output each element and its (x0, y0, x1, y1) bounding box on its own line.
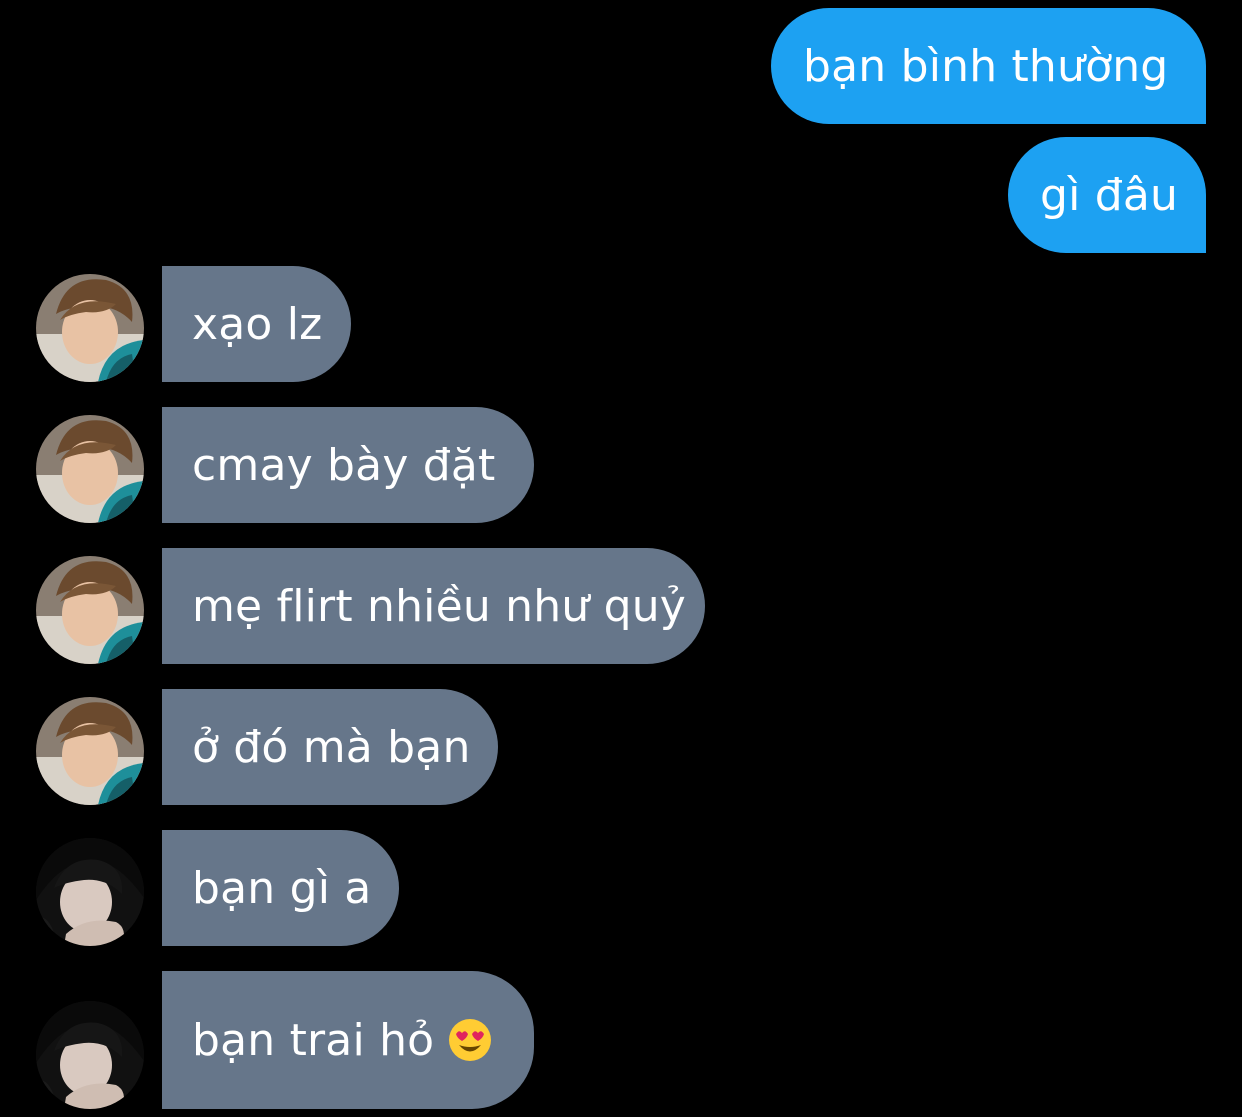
incoming-message-bubble[interactable]: bạn trai hỏ (162, 971, 534, 1109)
outgoing-message-bubble[interactable]: gì đâu (1008, 137, 1206, 253)
message-text: bạn bình thường (803, 40, 1169, 92)
message-text: mẹ flirt nhiều như quỷ (192, 580, 687, 632)
outgoing-message-bubble[interactable]: bạn bình thường (771, 8, 1206, 124)
boy-photo-icon (36, 697, 144, 805)
message-text: cmay bày đặt (192, 439, 496, 491)
message-text: bạn trai hỏ (192, 1014, 435, 1066)
incoming-message-bubble[interactable]: bạn gì a (162, 830, 399, 946)
message-text: bạn gì a (192, 862, 372, 914)
sender-avatar[interactable] (36, 274, 144, 382)
sender-avatar[interactable] (36, 697, 144, 805)
incoming-message-bubble[interactable]: ở đó mà bạn (162, 689, 498, 805)
girl-photo-icon (36, 1001, 144, 1109)
message-text: ở đó mà bạn (192, 721, 471, 773)
sender-avatar[interactable] (36, 415, 144, 523)
message-text: xạo lz (192, 298, 323, 350)
sender-avatar[interactable] (36, 1001, 144, 1109)
incoming-message-bubble[interactable]: mẹ flirt nhiều như quỷ (162, 548, 705, 664)
incoming-message-bubble[interactable]: cmay bày đặt (162, 407, 534, 523)
sender-avatar[interactable] (36, 838, 144, 946)
message-text: gì đâu (1040, 169, 1179, 221)
sender-avatar[interactable] (36, 556, 144, 664)
heart-eyes-emoji-icon (449, 1019, 492, 1061)
boy-photo-icon (36, 556, 144, 664)
boy-photo-icon (36, 415, 144, 523)
incoming-message-bubble[interactable]: xạo lz (162, 266, 351, 382)
girl-photo-icon (36, 838, 144, 946)
boy-photo-icon (36, 274, 144, 382)
